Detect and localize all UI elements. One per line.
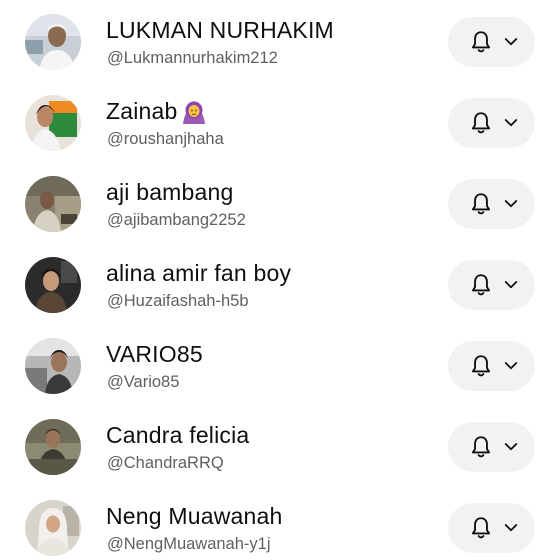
channel-row[interactable]: Zainab @roushanjhaha <box>0 94 560 174</box>
channel-avatar[interactable] <box>25 500 81 556</box>
channel-row[interactable]: VARIO85 @Vario85 <box>0 337 560 417</box>
woman-with-headscarf-emoji <box>182 101 205 124</box>
notification-settings-button[interactable] <box>448 503 535 553</box>
channel-name[interactable]: LUKMAN NURHAKIM <box>106 17 334 44</box>
channel-row[interactable]: Candra felicia @ChandraRRQ <box>0 418 560 498</box>
bell-icon <box>471 193 491 215</box>
notification-settings-button[interactable] <box>448 17 535 67</box>
notification-settings-button[interactable] <box>448 341 535 391</box>
channel-name[interactable]: Candra felicia <box>106 422 249 449</box>
channel-handle: @ajibambang2252 <box>107 211 246 229</box>
notification-settings-button[interactable] <box>448 179 535 229</box>
chevron-down-icon <box>504 362 518 370</box>
notification-settings-button[interactable] <box>448 422 535 472</box>
channel-row[interactable]: alina amir fan boy @Huzaifashah-h5b <box>0 256 560 336</box>
channel-avatar[interactable] <box>25 419 81 475</box>
channel-avatar[interactable] <box>25 338 81 394</box>
chevron-down-icon <box>504 38 518 46</box>
channel-name[interactable]: alina amir fan boy <box>106 260 291 287</box>
channel-row[interactable]: LUKMAN NURHAKIM @Lukmannurhakim212 <box>0 13 560 93</box>
chevron-down-icon <box>504 281 518 289</box>
channel-name[interactable]: aji bambang <box>106 179 234 206</box>
notification-settings-button[interactable] <box>448 98 535 148</box>
channel-handle: @NengMuawanah-y1j <box>107 535 271 553</box>
channel-avatar[interactable] <box>25 257 81 313</box>
channel-avatar[interactable] <box>25 176 81 232</box>
channel-handle: @Huzaifashah-h5b <box>107 292 249 310</box>
notification-settings-button[interactable] <box>448 260 535 310</box>
channel-name[interactable]: Zainab <box>106 98 178 125</box>
channel-row[interactable]: Neng Muawanah @NengMuawanah-y1j <box>0 499 560 560</box>
channel-avatar[interactable] <box>25 14 81 70</box>
chevron-down-icon <box>504 443 518 451</box>
channel-name[interactable]: Neng Muawanah <box>106 503 283 530</box>
subscriptions-list: LUKMAN NURHAKIM @Lukmannurhakim212 Zaina… <box>0 0 560 560</box>
channel-handle: @Vario85 <box>107 373 180 391</box>
channel-handle: @ChandraRRQ <box>107 454 224 472</box>
channel-row[interactable]: aji bambang @ajibambang2252 <box>0 175 560 255</box>
channel-handle: @Lukmannurhakim212 <box>107 49 278 67</box>
bell-icon <box>471 517 491 539</box>
bell-icon <box>471 436 491 458</box>
chevron-down-icon <box>504 200 518 208</box>
channel-avatar[interactable] <box>25 95 81 151</box>
channel-name[interactable]: VARIO85 <box>106 341 203 368</box>
chevron-down-icon <box>504 524 518 532</box>
bell-icon <box>471 112 491 134</box>
bell-icon <box>471 274 491 296</box>
bell-icon <box>471 355 491 377</box>
bell-icon <box>471 31 491 53</box>
channel-handle: @roushanjhaha <box>107 130 224 148</box>
chevron-down-icon <box>504 119 518 127</box>
